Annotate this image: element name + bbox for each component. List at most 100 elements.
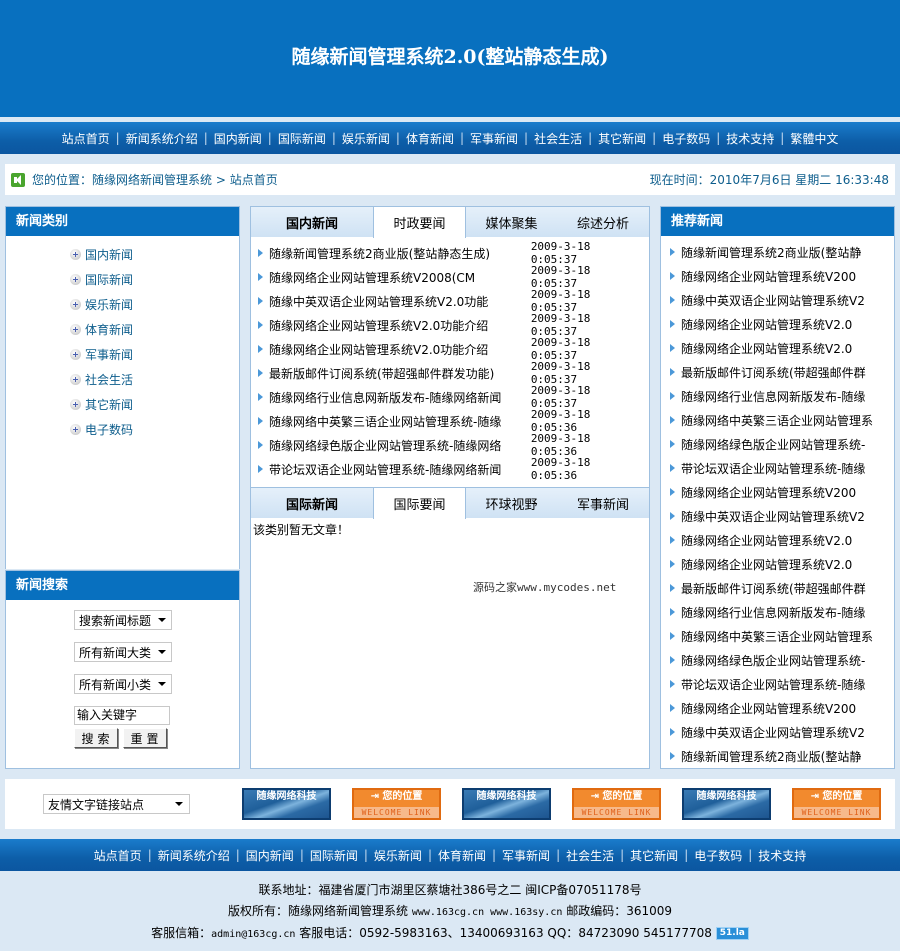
tab-international-news[interactable]: 国际新闻 [251, 488, 373, 518]
category-item[interactable]: 娱乐新闻 [70, 292, 239, 317]
reset-button[interactable]: 重置 [123, 728, 167, 748]
recommended-title[interactable]: 随缘中英双语企业网站管理系统V2 [681, 508, 881, 525]
search-field-select[interactable]: 搜索新闻标题 [74, 610, 172, 630]
recommended-item[interactable]: 随缘网络企业网站管理系统V200 [661, 696, 894, 720]
recommended-item[interactable]: 随缘网络企业网站管理系统V2.0 [661, 336, 894, 360]
recommended-item[interactable]: 随缘网络绿色版企业网站管理系统- [661, 648, 894, 672]
recommended-item[interactable]: 随缘网络企业网站管理系统V200 [661, 480, 894, 504]
nav-item[interactable]: 技术支持 [758, 847, 806, 864]
friend-link-banner[interactable]: 随缘网络科技 [462, 788, 551, 820]
recommended-title[interactable]: 随缘网络中英繁三语企业网站管理系 [681, 628, 881, 645]
footer-site-links[interactable]: www.163cg.cn www.163sy.cn [412, 907, 563, 918]
nav-item[interactable]: 体育新闻 [406, 130, 454, 147]
recommended-item[interactable]: 随缘新闻管理系统2商业版(整站静 [661, 240, 894, 264]
recommended-item[interactable]: 随缘网络行业信息网新版发布-随缘 [661, 600, 894, 624]
news-item[interactable]: 随缘网络企业网站管理系统V2008(CM 2009-3-18 0:05:37 [251, 264, 649, 290]
recommended-title[interactable]: 随缘网络企业网站管理系统V2.0 [681, 316, 881, 333]
big-category-select[interactable]: 所有新闻大类 [74, 642, 172, 662]
footer-email[interactable]: admin@163cg.cn [211, 929, 295, 940]
recommended-item[interactable]: 随缘网络绿色版企业网站管理系统- [661, 432, 894, 456]
recommended-item[interactable]: 随缘网络中英繁三语企业网站管理系 [661, 624, 894, 648]
news-item[interactable]: 随缘新闻管理系统2商业版(整站静态生成) 2009-3-18 0:05:37 [251, 240, 649, 266]
recommended-title[interactable]: 随缘网络企业网站管理系统V200 [681, 268, 881, 285]
recommended-title[interactable]: 随缘新闻管理系统2商业版(整站静 [681, 244, 881, 261]
stats-badge[interactable]: 51.la [715, 927, 749, 940]
recommended-title[interactable]: 最新版邮件订阅系统(带超强邮件群 [681, 364, 881, 381]
nav-item[interactable]: 国际新闻 [310, 847, 358, 864]
news-title[interactable]: 随缘网络企业网站管理系统V2.0功能介绍 [269, 341, 531, 358]
recommended-item[interactable]: 随缘中英双语企业网站管理系统V2 [661, 720, 894, 744]
nav-item[interactable]: 娱乐新闻 [374, 847, 422, 864]
tab-military-news[interactable]: 军事新闻 [557, 488, 649, 518]
recommended-title[interactable]: 随缘网络绿色版企业网站管理系统- [681, 436, 881, 453]
category-item[interactable]: 军事新闻 [70, 342, 239, 367]
news-title[interactable]: 随缘网络中英繁三语企业网站管理系统-随缘 [269, 413, 531, 430]
nav-item[interactable]: 国际新闻 [278, 130, 326, 147]
category-item[interactable]: 国内新闻 [70, 242, 239, 267]
recommended-item[interactable]: 随缘网络企业网站管理系统V200 [661, 264, 894, 288]
tab-global-view[interactable]: 环球视野 [466, 488, 557, 518]
recommended-item[interactable]: 最新版邮件订阅系统(带超强邮件群 [661, 576, 894, 600]
recommended-title[interactable]: 随缘网络企业网站管理系统V200 [681, 484, 881, 501]
friend-link-banner[interactable]: ⇥ 您的位置 WELCOME LINK [572, 788, 661, 820]
recommended-title[interactable]: 随缘网络企业网站管理系统V200 [681, 700, 881, 717]
recommended-item[interactable]: 随缘网络中英繁三语企业网站管理系 [661, 408, 894, 432]
friend-links-select[interactable]: 友情文字链接站点 [43, 794, 190, 814]
category-item[interactable]: 体育新闻 [70, 317, 239, 342]
nav-item[interactable]: 体育新闻 [438, 847, 486, 864]
news-title[interactable]: 随缘新闻管理系统2商业版(整站静态生成) [269, 245, 531, 262]
recommended-title[interactable]: 最新版邮件订阅系统(带超强邮件群 [681, 580, 881, 597]
nav-item[interactable]: 电子数码 [694, 847, 742, 864]
nav-item[interactable]: 社会生活 [566, 847, 614, 864]
news-title[interactable]: 带论坛双语企业网站管理系统-随缘网络新闻 [269, 461, 531, 478]
news-item[interactable]: 最新版邮件订阅系统(带超强邮件群发功能) 2009-3-18 0:05:37 [251, 360, 649, 386]
news-title[interactable]: 随缘网络绿色版企业网站管理系统-随缘网络 [269, 437, 531, 454]
recommended-title[interactable]: 随缘网络绿色版企业网站管理系统- [681, 652, 881, 669]
recommended-item[interactable]: 随缘网络企业网站管理系统V2.0 [661, 552, 894, 576]
nav-item[interactable]: 站点首页 [94, 847, 142, 864]
recommended-item[interactable]: 随缘中英双语企业网站管理系统V2 [661, 288, 894, 312]
recommended-item[interactable]: 随缘网络行业信息网新版发布-随缘 [661, 384, 894, 408]
tab-politics[interactable]: 时政要闻 [373, 207, 466, 238]
category-item[interactable]: 其它新闻 [70, 392, 239, 417]
nav-item[interactable]: 娱乐新闻 [342, 130, 390, 147]
nav-item[interactable]: 站点首页 [62, 130, 110, 147]
news-item[interactable]: 随缘网络中英繁三语企业网站管理系统-随缘 2009-3-18 0:05:36 [251, 408, 649, 434]
recommended-title[interactable]: 随缘网络行业信息网新版发布-随缘 [681, 604, 881, 621]
news-title[interactable]: 随缘网络行业信息网新版发布-随缘网络新闻 [269, 389, 531, 406]
news-item[interactable]: 随缘网络绿色版企业网站管理系统-随缘网络 2009-3-18 0:05:36 [251, 432, 649, 458]
recommended-item[interactable]: 带论坛双语企业网站管理系统-随缘 [661, 456, 894, 480]
nav-item[interactable]: 社会生活 [534, 130, 582, 147]
tab-media[interactable]: 媒体聚集 [466, 207, 557, 237]
news-item[interactable]: 随缘网络企业网站管理系统V2.0功能介绍 2009-3-18 0:05:37 [251, 312, 649, 338]
recommended-item[interactable]: 带论坛双语企业网站管理系统-随缘 [661, 672, 894, 696]
news-item[interactable]: 随缘中英双语企业网站管理系统V2.0功能 2009-3-18 0:05:37 [251, 288, 649, 314]
nav-item[interactable]: 国内新闻 [246, 847, 294, 864]
nav-item[interactable]: 国内新闻 [214, 130, 262, 147]
news-title[interactable]: 随缘网络企业网站管理系统V2.0功能介绍 [269, 317, 531, 334]
nav-item[interactable]: 电子数码 [662, 130, 710, 147]
news-title[interactable]: 随缘网络企业网站管理系统V2008(CM [269, 269, 531, 286]
tab-domestic-news[interactable]: 国内新闻 [251, 207, 373, 237]
recommended-item[interactable]: 随缘网络企业网站管理系统V2.0 [661, 528, 894, 552]
recommended-title[interactable]: 随缘网络企业网站管理系统V2.0 [681, 556, 881, 573]
recommended-item[interactable]: 随缘中英双语企业网站管理系统V2 [661, 504, 894, 528]
tab-analysis[interactable]: 综述分析 [557, 207, 649, 237]
recommended-title[interactable]: 随缘网络企业网站管理系统V2.0 [681, 532, 881, 549]
recommended-title[interactable]: 随缘新闻管理系统2商业版(整站静 [681, 748, 881, 765]
nav-item[interactable]: 新闻系统介绍 [126, 130, 198, 147]
nav-item[interactable]: 新闻系统介绍 [158, 847, 230, 864]
news-item[interactable]: 带论坛双语企业网站管理系统-随缘网络新闻 2009-3-18 0:05:36 [251, 456, 649, 482]
recommended-title[interactable]: 随缘网络中英繁三语企业网站管理系 [681, 412, 881, 429]
friend-link-banner[interactable]: 随缘网络科技 [682, 788, 771, 820]
breadcrumb-site-link[interactable]: 随缘网络新闻管理系统 [92, 171, 212, 188]
friend-link-banner[interactable]: ⇥ 您的位置 WELCOME LINK [792, 788, 881, 820]
friend-link-banner[interactable]: 随缘网络科技 [242, 788, 331, 820]
news-item[interactable]: 随缘网络企业网站管理系统V2.0功能介绍 2009-3-18 0:05:37 [251, 336, 649, 362]
news-title[interactable]: 随缘中英双语企业网站管理系统V2.0功能 [269, 293, 531, 310]
nav-item[interactable]: 繁體中文 [790, 130, 838, 147]
tab-international-headlines[interactable]: 国际要闻 [373, 488, 466, 519]
category-item[interactable]: 电子数码 [70, 417, 239, 442]
search-button[interactable]: 搜索 [74, 728, 118, 748]
nav-item[interactable]: 军事新闻 [502, 847, 550, 864]
